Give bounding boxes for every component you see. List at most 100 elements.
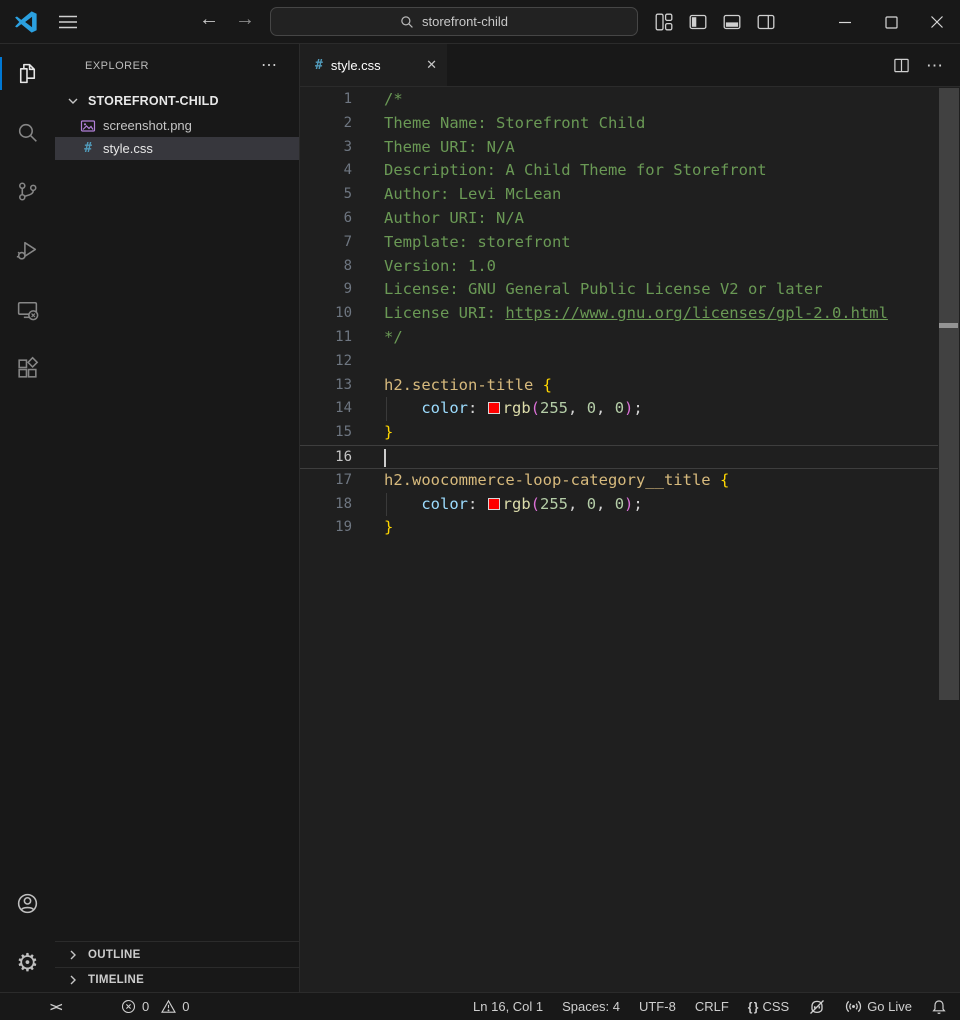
sidebar-title: EXPLORER bbox=[85, 60, 149, 72]
toggle-panel-icon[interactable] bbox=[723, 13, 741, 31]
sidebar-item-run-debug[interactable] bbox=[0, 221, 55, 280]
sidebar-item-explorer[interactable] bbox=[0, 44, 55, 103]
warning-count: 0 bbox=[182, 999, 189, 1014]
indent-guide-line bbox=[386, 493, 387, 517]
code-line-16[interactable]: 16 bbox=[300, 445, 938, 469]
code-token: } bbox=[384, 518, 393, 536]
line-number: 11 bbox=[300, 326, 352, 350]
remote-indicator[interactable]: >< bbox=[50, 1000, 61, 1014]
encoding-status[interactable]: UTF-8 bbox=[639, 999, 676, 1014]
code-line-7[interactable]: 7Template: storefront bbox=[300, 231, 938, 255]
minimize-button[interactable] bbox=[822, 0, 868, 44]
copilot-disabled-icon[interactable] bbox=[808, 998, 826, 1016]
back-arrow-icon[interactable]: ← bbox=[196, 8, 222, 31]
status-right: Ln 16, Col 1 Spaces: 4 UTF-8 CRLF { } CS… bbox=[473, 998, 960, 1016]
line-number: 12 bbox=[300, 350, 352, 374]
code-line-14[interactable]: 14 color: rgb(255, 0, 0); bbox=[300, 397, 938, 421]
code-token: : bbox=[468, 495, 487, 513]
sidebar-item-search[interactable] bbox=[0, 103, 55, 162]
code-token: License: GNU General Public License V2 o… bbox=[384, 280, 823, 298]
code-line-1[interactable]: 1/* bbox=[300, 88, 938, 112]
code-line-10[interactable]: 10License URI: https://www.gnu.org/licen… bbox=[300, 302, 938, 326]
file-row-style-css[interactable]: # style.css bbox=[55, 137, 299, 160]
toggle-secondary-sidebar-icon[interactable] bbox=[757, 13, 775, 31]
timeline-panel-header[interactable]: TIMELINE bbox=[55, 967, 299, 992]
tab-style-css[interactable]: # style.css ✕ bbox=[300, 44, 447, 86]
braces-icon: { } bbox=[748, 1000, 758, 1014]
code-token: 255 bbox=[540, 495, 568, 513]
more-actions-icon[interactable]: ⋯ bbox=[261, 58, 277, 74]
code-line-12[interactable]: 12 bbox=[300, 350, 938, 374]
scrollbar-slider[interactable] bbox=[939, 88, 959, 700]
status-bar: >< 0 0 Ln 16, Col 1 Spaces: 4 UTF-8 CRLF… bbox=[0, 992, 960, 1020]
line-number: 4 bbox=[300, 159, 352, 183]
sidebar-item-remote-explorer[interactable] bbox=[0, 280, 55, 339]
code-token: ) bbox=[624, 399, 633, 417]
code-line-6[interactable]: 6Author URI: N/A bbox=[300, 207, 938, 231]
code-text: Description: A Child Theme for Storefron… bbox=[384, 159, 938, 183]
cursor-position-status[interactable]: Ln 16, Col 1 bbox=[473, 999, 543, 1014]
accounts-button[interactable] bbox=[0, 874, 55, 933]
code-line-2[interactable]: 2Theme Name: Storefront Child bbox=[300, 112, 938, 136]
eol-status[interactable]: CRLF bbox=[695, 999, 729, 1014]
problems-status[interactable]: 0 0 bbox=[121, 999, 197, 1014]
code-editor[interactable]: 1/*2Theme Name: Storefront Child3Theme U… bbox=[300, 87, 960, 992]
chevron-right-icon bbox=[65, 947, 81, 963]
line-number: 6 bbox=[300, 207, 352, 231]
code-token[interactable]: https://www.gnu.org/licenses/gpl-2.0.htm… bbox=[505, 304, 888, 322]
code-text: */ bbox=[384, 326, 938, 350]
code-token: Template: storefront bbox=[384, 233, 571, 251]
split-editor-icon[interactable] bbox=[893, 57, 910, 74]
gear-icon: ⚙ bbox=[16, 950, 38, 975]
close-button[interactable] bbox=[914, 0, 960, 44]
more-actions-icon[interactable]: ⋯ bbox=[926, 57, 943, 74]
search-value: storefront-child bbox=[422, 14, 508, 29]
code-line-9[interactable]: 9License: GNU General Public License V2 … bbox=[300, 278, 938, 302]
code-line-19[interactable]: 19} bbox=[300, 516, 938, 540]
manage-button[interactable]: ⚙ bbox=[0, 933, 55, 992]
file-row-screenshot[interactable]: screenshot.png bbox=[55, 114, 299, 137]
warning-icon bbox=[161, 999, 176, 1014]
language-status[interactable]: { } CSS bbox=[748, 999, 789, 1014]
remote-explorer-icon bbox=[15, 297, 40, 322]
sidebar-item-extensions[interactable] bbox=[0, 339, 55, 398]
code-token: 0 bbox=[615, 495, 624, 513]
code-line-8[interactable]: 8Version: 1.0 bbox=[300, 255, 938, 279]
command-center-search[interactable]: storefront-child bbox=[270, 7, 638, 36]
css-icon: # bbox=[315, 58, 323, 73]
sidebar-item-source-control[interactable] bbox=[0, 162, 55, 221]
code-token: rgb bbox=[503, 399, 531, 417]
code-line-15[interactable]: 15} bbox=[300, 421, 938, 445]
folder-row[interactable]: STOREFRONT-CHILD bbox=[55, 88, 299, 114]
notifications-bell-icon[interactable] bbox=[931, 999, 947, 1015]
code-token bbox=[384, 399, 421, 417]
code-line-3[interactable]: 3Theme URI: N/A bbox=[300, 136, 938, 160]
code-line-13[interactable]: 13h2.section-title { bbox=[300, 374, 938, 398]
forward-arrow-icon[interactable]: → bbox=[232, 8, 258, 31]
run-debug-icon bbox=[15, 238, 40, 263]
customize-layout-icon[interactable] bbox=[655, 13, 673, 31]
outline-panel-header[interactable]: OUTLINE bbox=[55, 941, 299, 967]
text-cursor bbox=[384, 449, 386, 467]
close-tab-icon[interactable]: ✕ bbox=[426, 57, 437, 73]
code-line-4[interactable]: 4 Description: A Child Theme for Storefro… bbox=[300, 159, 938, 183]
code-line-17[interactable]: 17h2.woocommerce-loop-category__title { bbox=[300, 469, 938, 493]
file-name: style.css bbox=[103, 141, 153, 156]
code-line-5[interactable]: 5Author: Levi McLean bbox=[300, 183, 938, 207]
code-text: } bbox=[384, 421, 938, 445]
code-line-18[interactable]: 18 color: rgb(255, 0, 0); bbox=[300, 493, 938, 517]
code-text: Template: storefront bbox=[384, 231, 938, 255]
go-live-label: Go Live bbox=[867, 999, 912, 1014]
menu-icon[interactable] bbox=[58, 14, 78, 30]
code-line-11[interactable]: 11 */ bbox=[300, 326, 938, 350]
indentation-status[interactable]: Spaces: 4 bbox=[562, 999, 620, 1014]
code-token: 0 bbox=[587, 399, 596, 417]
editor-scrollbar[interactable] bbox=[938, 87, 960, 992]
code-token: rgb bbox=[503, 495, 531, 513]
maximize-button[interactable] bbox=[868, 0, 914, 44]
line-number: 17 bbox=[300, 469, 352, 493]
go-live-button[interactable]: Go Live bbox=[845, 998, 912, 1015]
code-token: /* bbox=[384, 90, 403, 108]
code-token: color bbox=[421, 495, 468, 513]
toggle-primary-sidebar-icon[interactable] bbox=[689, 13, 707, 31]
